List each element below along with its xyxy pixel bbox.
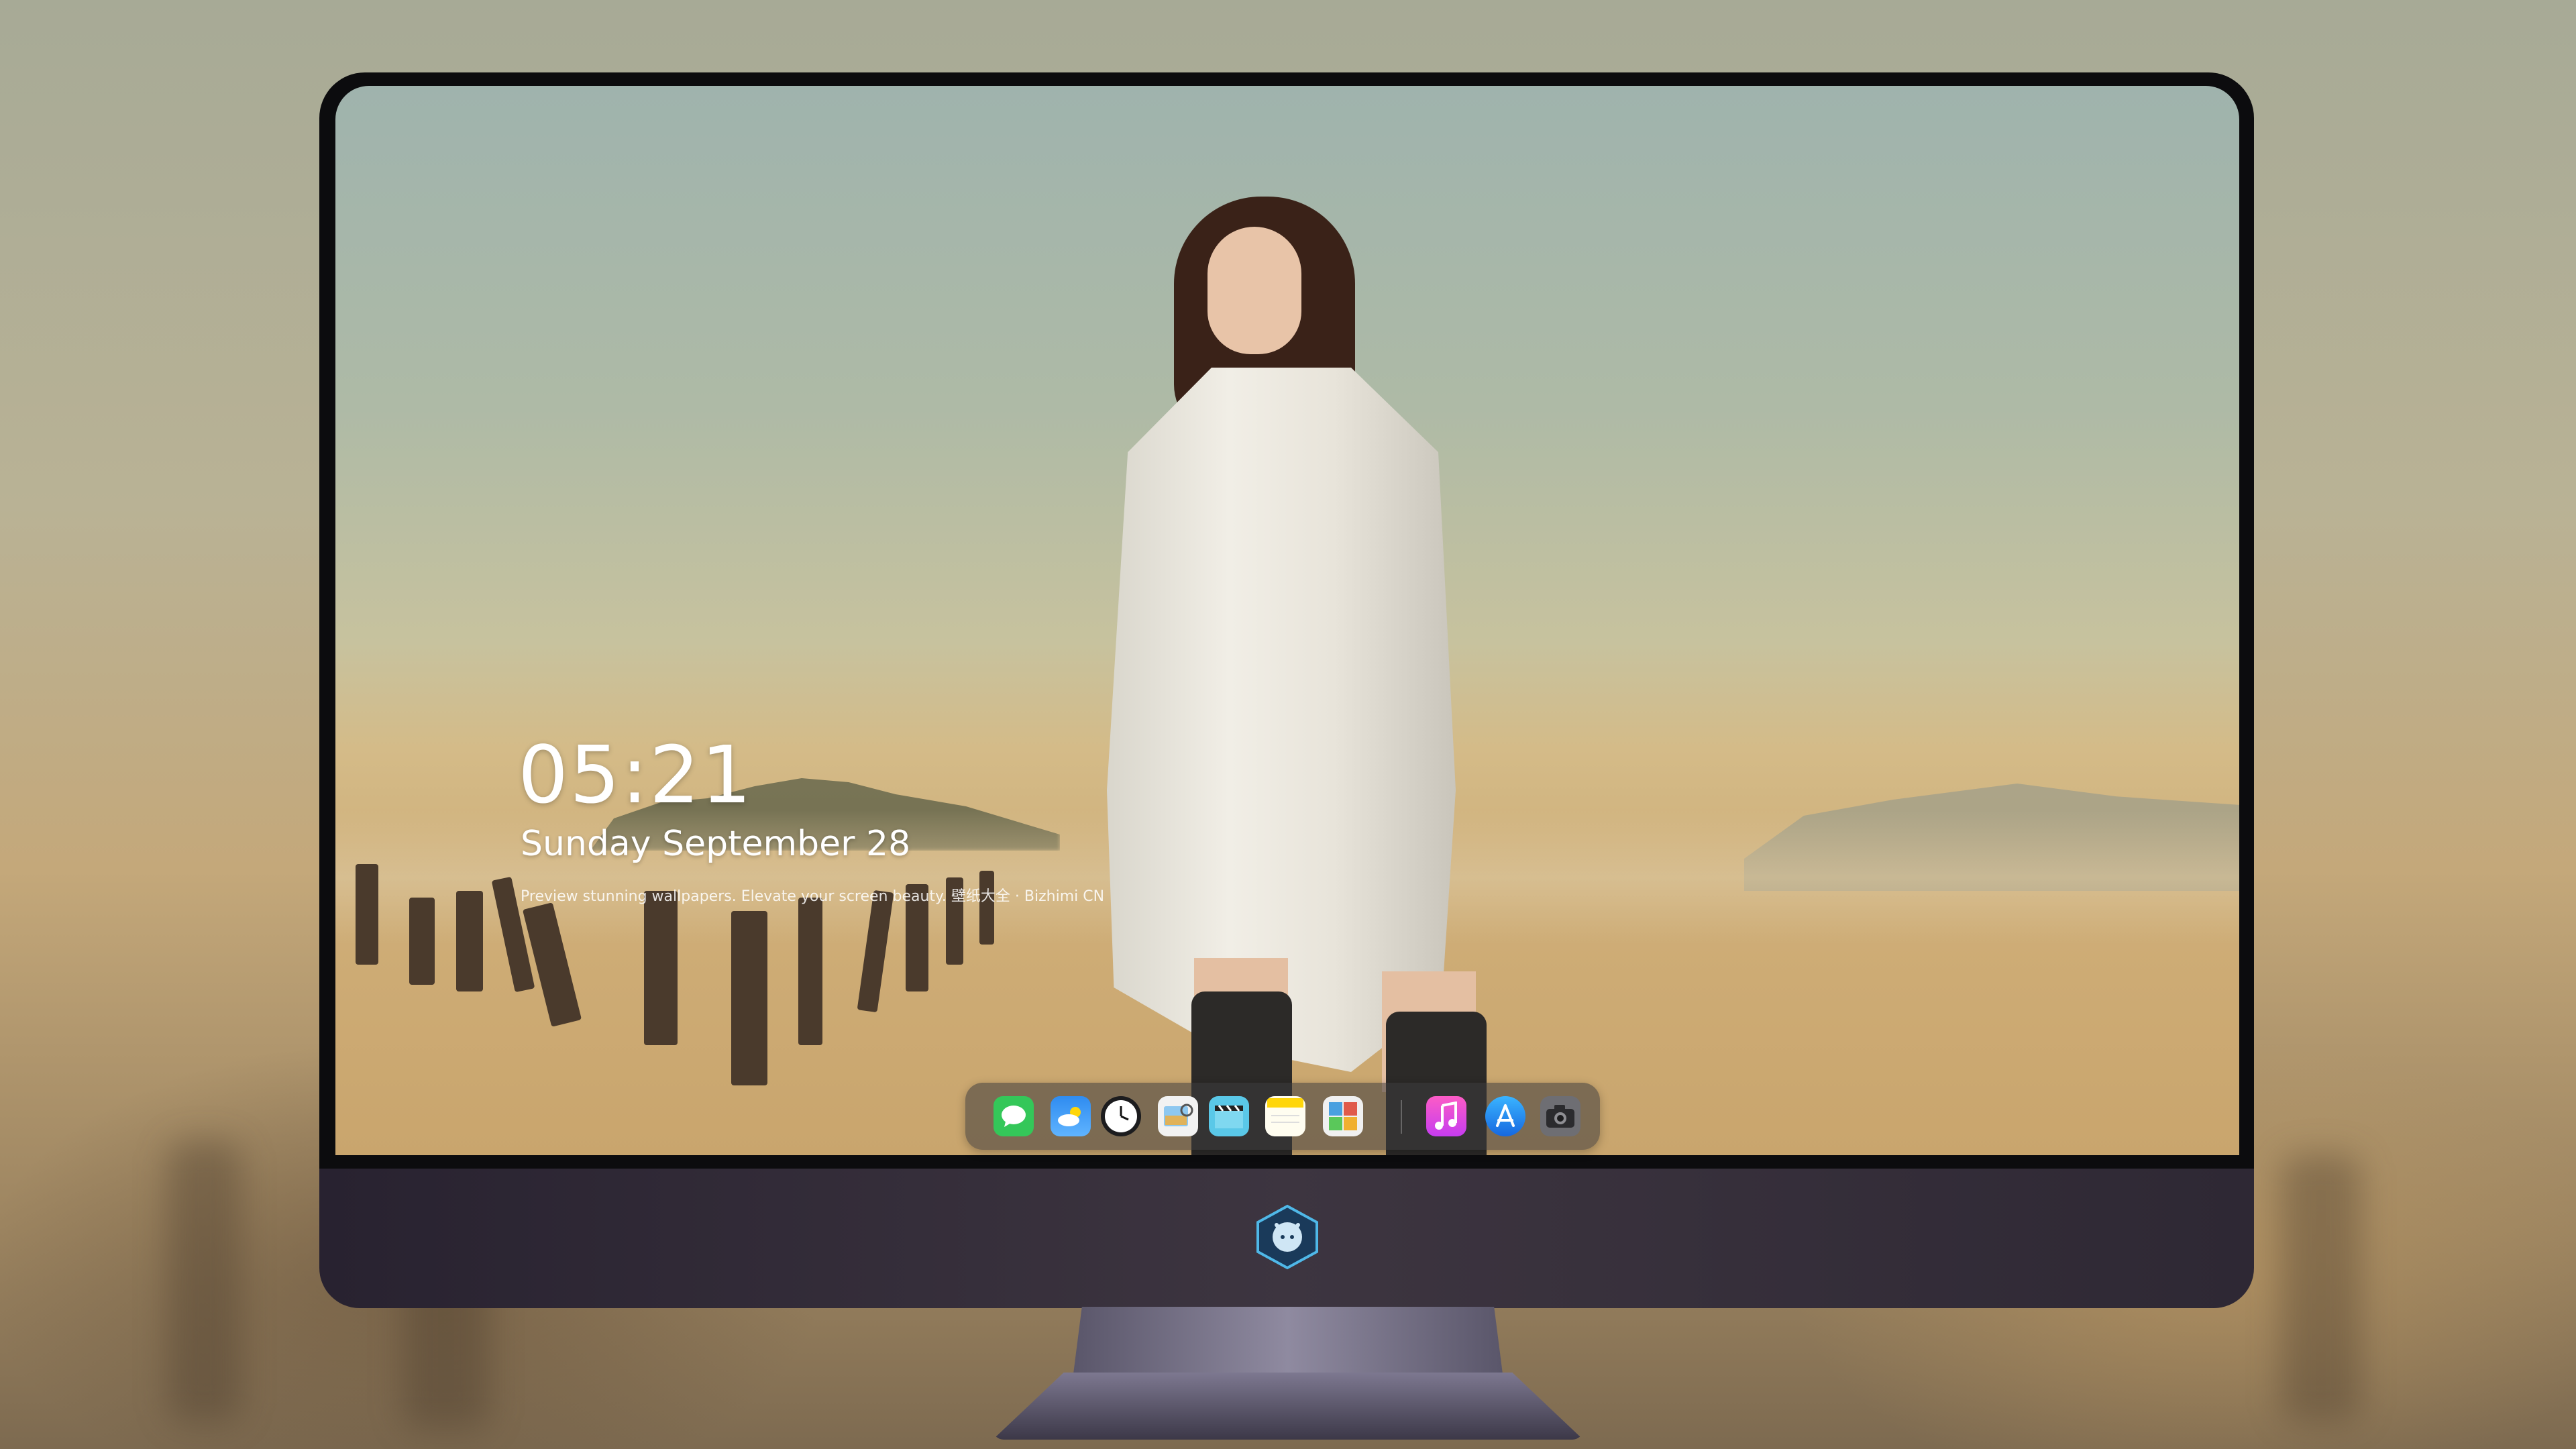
lockscreen-tagline: Preview stunning wallpapers. Elevate you… (521, 888, 1105, 905)
preview-icon[interactable] (1158, 1096, 1198, 1136)
brand-logo-icon (1256, 1204, 1318, 1270)
wallpaper-post (409, 898, 435, 985)
wallpaper-post (979, 871, 994, 945)
monitor-screen (335, 86, 2239, 1155)
wallpaper-post (356, 864, 378, 965)
clips-icon[interactable] (1209, 1096, 1249, 1136)
lockscreen-date: Sunday September 28 (521, 824, 911, 864)
dock-separator (1401, 1100, 1402, 1134)
wallpaper-post (456, 891, 483, 991)
lockscreen-time: 05:21 (518, 729, 753, 821)
notes-icon[interactable] (1265, 1096, 1305, 1136)
photo-booth-icon[interactable] (1323, 1096, 1363, 1136)
app-store-icon[interactable] (1485, 1096, 1525, 1136)
blurred-post (168, 1140, 241, 1422)
wallpaper-person-face (1208, 227, 1301, 354)
wallpaper-post (798, 898, 822, 1045)
camera-icon[interactable] (1540, 1096, 1580, 1136)
monitor-stand-neck (1073, 1307, 1503, 1374)
blurred-post (2281, 1154, 2361, 1422)
weather-icon[interactable] (1051, 1096, 1091, 1136)
monitor-stand-base (993, 1373, 1583, 1440)
messages-icon[interactable] (994, 1096, 1034, 1136)
wallpaper-post (644, 891, 678, 1045)
wallpaper-post (731, 911, 767, 1085)
music-icon[interactable] (1426, 1096, 1466, 1136)
clock-icon[interactable] (1101, 1096, 1141, 1136)
